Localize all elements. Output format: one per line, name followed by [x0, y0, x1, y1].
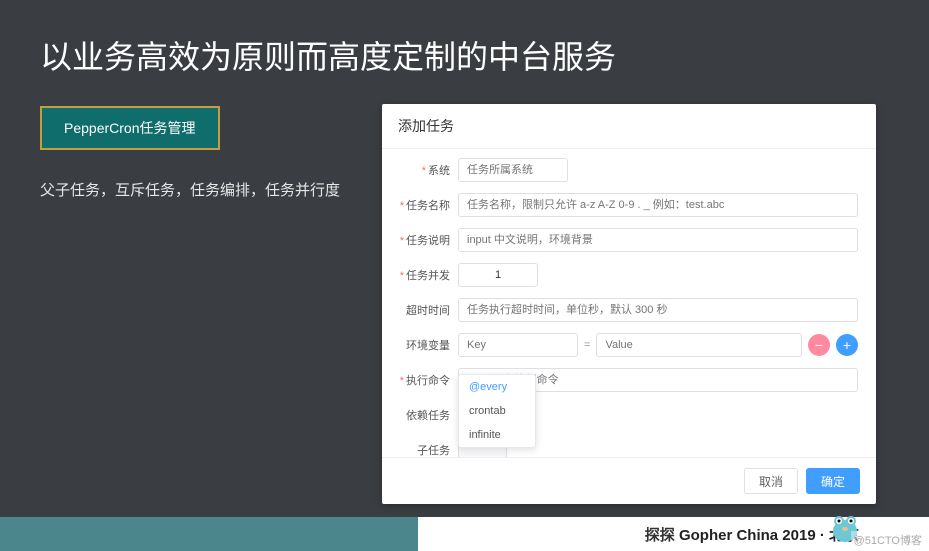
dropdown-option[interactable]: @every: [459, 375, 535, 399]
dropdown-option[interactable]: crontab: [459, 399, 535, 423]
panel-body: 系统 任务名称 任务说明 任务并发 超时时间: [382, 149, 876, 457]
task-name-input[interactable]: [458, 193, 858, 217]
timeout-input[interactable]: [458, 298, 858, 322]
label-desc: 任务说明: [390, 232, 458, 248]
label-depend: 依赖任务: [390, 407, 458, 423]
confirm-button[interactable]: 确定: [806, 468, 860, 494]
env-remove-button[interactable]: −: [808, 334, 830, 356]
panel-footer: 取消 确定: [382, 457, 876, 504]
env-add-button[interactable]: +: [836, 334, 858, 356]
label-system: 系统: [390, 162, 458, 178]
env-value-input[interactable]: [596, 333, 802, 357]
env-key-input[interactable]: [458, 333, 578, 357]
system-select[interactable]: [458, 158, 568, 182]
bottom-banner: 探探 Gopher China 2019 · 北京: [0, 517, 929, 551]
mode-dropdown: @every crontab infinite: [458, 374, 536, 448]
equals-icon: =: [584, 339, 590, 351]
label-concurrency: 任务并发: [390, 267, 458, 283]
dropdown-option[interactable]: infinite: [459, 423, 535, 447]
label-timeout: 超时时间: [390, 302, 458, 318]
panel-header: 添加任务: [382, 104, 876, 149]
cancel-button[interactable]: 取消: [744, 468, 798, 494]
feature-description: 父子任务，互斥任务，任务编排，任务并行度: [40, 178, 340, 204]
feature-tag: PepperCron任务管理: [40, 106, 220, 150]
label-cmd: 执行命令: [390, 372, 458, 388]
concurrency-input[interactable]: [458, 263, 538, 287]
label-name: 任务名称: [390, 197, 458, 213]
slide-title: 以业务高效为原则而高度定制的中台服务: [0, 0, 929, 78]
watermark: @51CTO博客: [851, 531, 925, 549]
task-desc-input[interactable]: [458, 228, 858, 252]
label-child: 子任务: [390, 442, 458, 457]
label-env: 环境变量: [390, 337, 458, 353]
add-task-panel: 添加任务 系统 任务名称 任务说明 任务并发: [382, 104, 876, 504]
